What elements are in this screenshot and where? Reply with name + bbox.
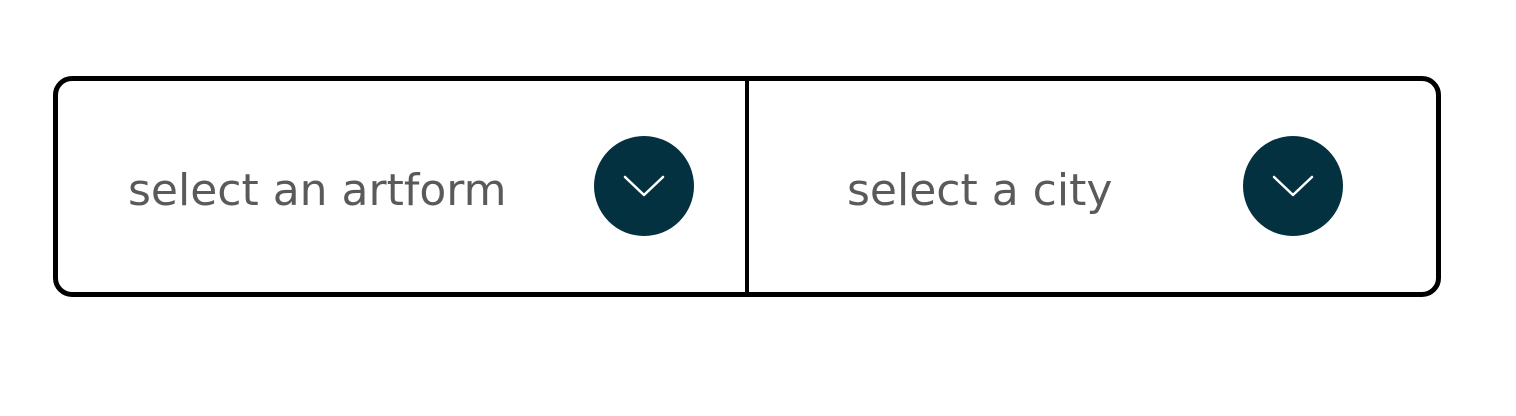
chevron-down-icon [1272,174,1314,198]
artform-select-label: select an artform [128,165,507,216]
city-select[interactable]: select a city [749,81,1436,292]
chevron-down-icon [623,174,665,198]
artform-dropdown-button[interactable] [594,136,694,236]
city-select-label: select a city [847,165,1113,216]
artform-select[interactable]: select an artform [58,81,749,292]
city-dropdown-button[interactable] [1243,136,1343,236]
filter-bar: select an artform select a city [53,76,1441,297]
